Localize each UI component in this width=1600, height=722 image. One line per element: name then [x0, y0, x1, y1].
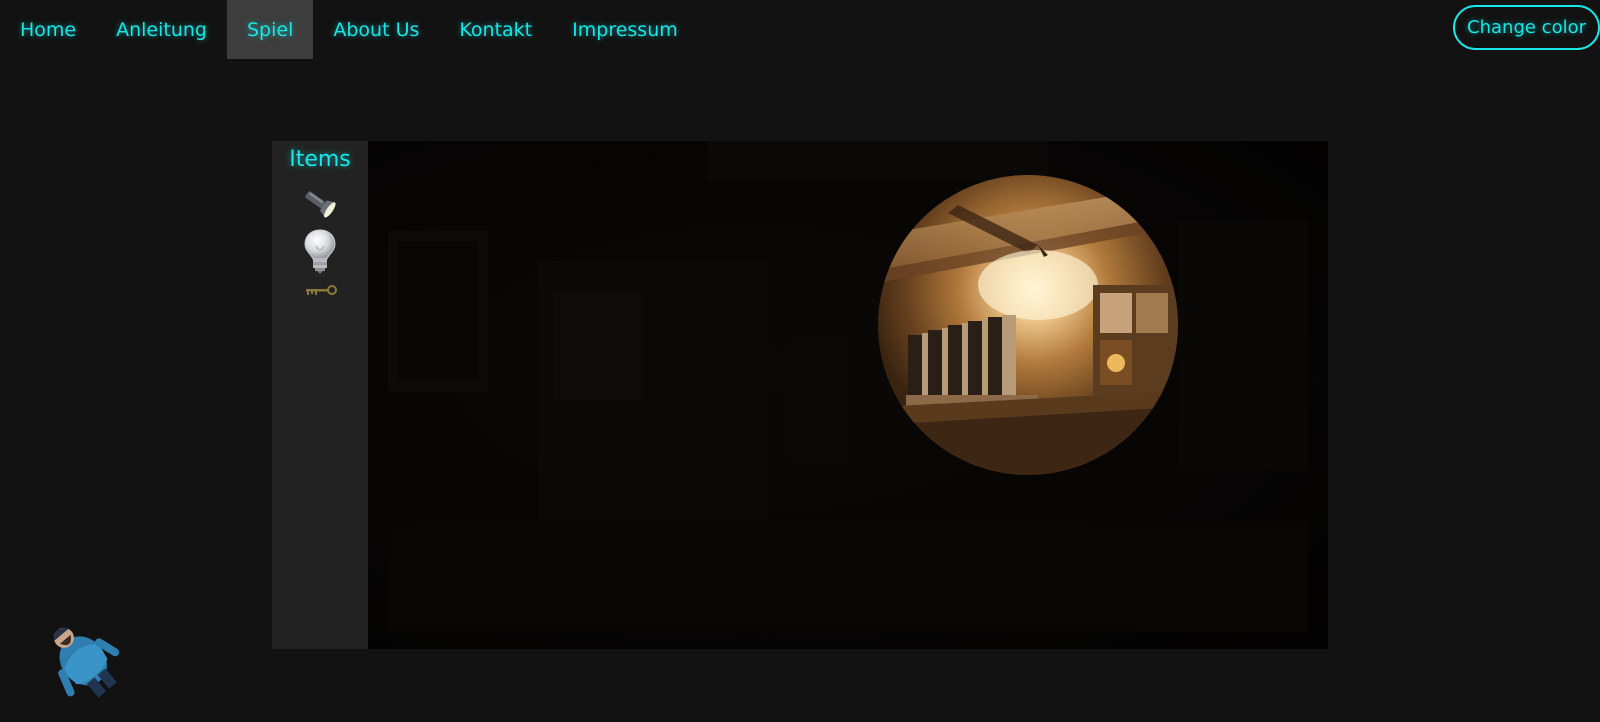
- items-panel: Items: [272, 141, 368, 649]
- items-title: Items: [289, 147, 351, 172]
- dark-room-background: [388, 141, 1308, 631]
- game-scene[interactable]: [368, 141, 1328, 649]
- lightbulb-icon[interactable]: [302, 228, 338, 280]
- nav-spiel[interactable]: Spiel: [227, 0, 314, 59]
- flashlight-icon[interactable]: [300, 186, 340, 224]
- flashlight-spotlight[interactable]: [878, 175, 1178, 475]
- game-area: Items: [272, 141, 1328, 649]
- nav-anleitung[interactable]: Anleitung: [96, 0, 227, 59]
- nav-impressum[interactable]: Impressum: [552, 0, 698, 59]
- nav-kontakt[interactable]: Kontakt: [439, 0, 552, 59]
- key-icon[interactable]: [302, 282, 338, 302]
- change-color-button[interactable]: Change color: [1453, 5, 1600, 50]
- main-nav: Home Anleitung Spiel About Us Kontakt Im…: [0, 0, 698, 59]
- nav-about-us[interactable]: About Us: [313, 0, 439, 59]
- player-character-icon[interactable]: [30, 612, 130, 702]
- nav-home[interactable]: Home: [0, 0, 96, 59]
